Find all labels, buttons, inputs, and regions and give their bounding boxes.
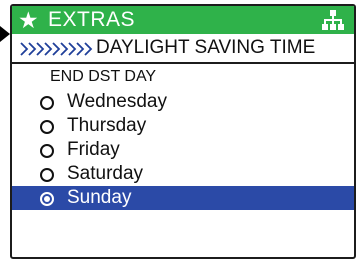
option-label: Saturday xyxy=(67,163,144,184)
option-wednesday[interactable]: Wednesday xyxy=(12,90,354,114)
option-label: Friday xyxy=(67,139,120,160)
option-label: Wednesday xyxy=(67,91,167,112)
chevrons-right-icon xyxy=(20,42,93,56)
device-screen: ★ EXTRAS DAYLIGHT SAVING TIME END DST DA… xyxy=(10,4,356,259)
option-sunday[interactable]: Sunday xyxy=(12,186,354,210)
section-label: END DST DAY xyxy=(50,68,157,85)
option-label: Sunday xyxy=(67,187,132,208)
radio-icon xyxy=(40,168,54,182)
radio-icon xyxy=(40,144,54,158)
radio-icon xyxy=(40,120,54,134)
option-label: Thursday xyxy=(67,115,147,136)
selection-pointer-icon xyxy=(0,26,10,42)
option-saturday[interactable]: Saturday xyxy=(12,162,354,186)
star-icon: ★ xyxy=(18,7,39,33)
network-tree-icon xyxy=(322,10,344,30)
option-thursday[interactable]: Thursday xyxy=(12,114,354,138)
option-friday[interactable]: Friday xyxy=(12,138,354,162)
title-bar: ★ EXTRAS xyxy=(12,6,354,34)
radio-selected-icon xyxy=(40,192,54,206)
radio-icon xyxy=(40,96,54,110)
page-title: EXTRAS xyxy=(48,8,136,31)
breadcrumb-text: DAYLIGHT SAVING TIME xyxy=(96,37,316,58)
breadcrumb: DAYLIGHT SAVING TIME xyxy=(12,34,354,64)
